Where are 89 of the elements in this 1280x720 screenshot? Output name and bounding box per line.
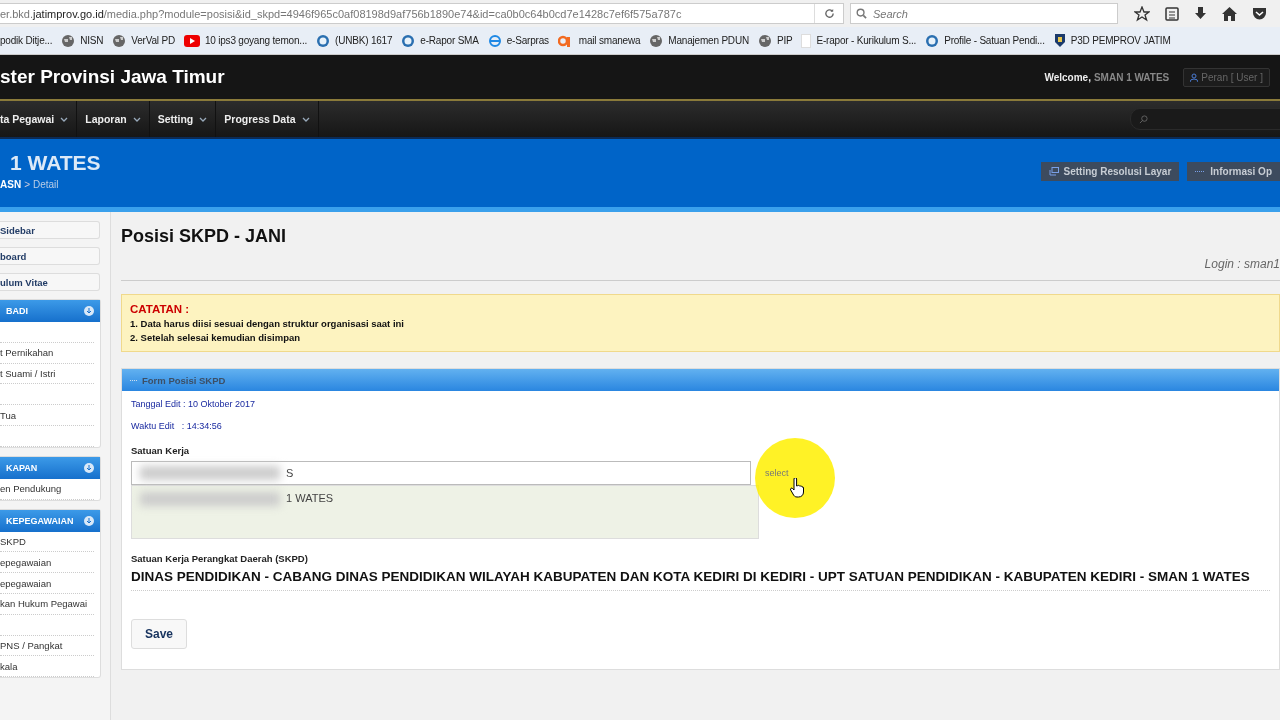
bookmark[interactable]: (UNBK) 1617 — [316, 33, 393, 48]
sidebar-link[interactable]: ulum Vitae — [0, 273, 100, 291]
reload-icon[interactable] — [823, 8, 835, 19]
section-header[interactable]: KAPAN — [0, 456, 100, 479]
address-bar[interactable]: er.bkd.jatimprov.go.id/media.php?module=posisi&id_skpd=4946f965c0af08198d9af756b1890e74&id=ca0b0c64b0cd7e1428c7ef6f575a787c — [0, 3, 844, 24]
bookmark[interactable]: P3D PEMPROV JATIM — [1053, 33, 1171, 48]
hand-cursor-icon — [790, 478, 804, 498]
edit-time: Waktu Edit : 14:34:56 — [131, 421, 223, 431]
e-icon — [487, 33, 502, 48]
sidebar-item[interactable]: t Pernikahan — [0, 347, 54, 359]
bookmark[interactable]: NISN — [61, 33, 104, 48]
sidebar-link[interactable]: board — [0, 247, 100, 265]
edit-date: Tanggal Edit : 10 Oktober 2017 — [131, 399, 257, 409]
sidebar-item[interactable]: kala — [0, 660, 18, 672]
play-icon — [183, 34, 200, 47]
bookmark[interactable]: E-rapor - Kurikulum S... — [801, 33, 917, 48]
field-label: Satuan Kerja — [131, 445, 191, 456]
search-field[interactable] — [1130, 108, 1280, 130]
user-icon — [1190, 72, 1199, 82]
caret-icon — [301, 116, 310, 122]
welcome-label: Welcome, — [1044, 71, 1091, 83]
school-title: 1 WATES — [9, 151, 101, 175]
sidebar-item[interactable]: t Suami / Istri — [0, 368, 56, 379]
globe-icon — [757, 33, 772, 48]
caret-icon — [60, 116, 69, 122]
login-label: Login : sman1 — [1203, 257, 1280, 271]
bookmark[interactable]: PIP — [757, 33, 793, 48]
site-title: ster Provinsi Jawa Timur — [0, 66, 226, 88]
breadcrumb-separator: > — [24, 179, 30, 190]
windows-icon — [1048, 167, 1059, 176]
page-icon — [801, 33, 812, 48]
search-icon — [1139, 114, 1148, 124]
bookmark[interactable]: mail smanewa — [557, 34, 641, 47]
expand-icon — [84, 515, 94, 526]
breadcrumb-current: Detail — [32, 179, 59, 190]
bookmark[interactable]: Profile - Satuan Pendi... — [925, 33, 1045, 48]
nav-menu-item[interactable]: Laporan — [77, 101, 150, 137]
section-header[interactable]: BADI — [0, 300, 100, 322]
globe-icon — [649, 33, 664, 48]
skpd-value: DINAS PENDIDIKAN - CABANG DINAS PENDIDIKAN WILAYAH KABUPATEN DAN KOTA KEDIRI DI KEDIRI - UPT SATUAN PENDIDIKAN - KABUPATEN KEDIRI - SMAN 1 WATES — [131, 569, 1270, 591]
nav-menu-item[interactable]: Progress Data — [216, 101, 319, 137]
nav-menu-item[interactable]: Setting — [149, 101, 217, 137]
sidebar-item[interactable]: en Pendukung — [0, 483, 62, 495]
bookmark[interactable]: Manajemen PDUN — [649, 33, 749, 48]
page-title: Posisi SKPD - JANI — [121, 226, 288, 247]
bookmark[interactable]: podik Ditje... — [0, 35, 53, 46]
globe-icon — [61, 33, 76, 48]
suggestion-item[interactable]: 1 WATES — [131, 485, 759, 539]
field-label: Satuan Kerja Perangkat Daerah (SKPD) — [131, 553, 309, 564]
pocket-icon[interactable] — [1252, 6, 1267, 21]
sidebar-link[interactable]: Sidebar — [0, 221, 100, 239]
dots-icon — [1195, 170, 1206, 173]
caret-icon — [199, 116, 208, 122]
expand-icon — [84, 306, 94, 316]
input-field[interactable]: S — [131, 461, 751, 485]
note-text: 1. Data harus diisi sesuai dengan struktur organisasi saat ini — [130, 318, 405, 329]
dots-icon — [130, 378, 138, 382]
sidebar-item[interactable]: kan Hukum Pegawai — [0, 598, 88, 610]
bookmark[interactable]: 10 ips3 goyang temon... — [183, 34, 308, 47]
home-icon[interactable] — [1222, 6, 1237, 21]
download-icon[interactable] — [1194, 6, 1207, 21]
form-title: Form Posisi SKPD — [142, 374, 226, 386]
list-icon[interactable] — [1165, 6, 1179, 21]
seal-icon — [925, 33, 940, 48]
user-name: SMAN 1 WATES — [1093, 71, 1170, 83]
section-header[interactable]: KEPEGAWAIAN — [0, 509, 100, 532]
sidebar-item[interactable]: SKPD — [0, 535, 26, 547]
save-button[interactable]: Save — [131, 619, 188, 649]
seal-icon — [401, 33, 416, 48]
select-button[interactable]: select — [759, 467, 795, 479]
nav-menu-item[interactable]: ta Pegawai — [0, 101, 78, 137]
note-title: CATATAN : — [130, 303, 191, 315]
crest-icon — [1053, 33, 1066, 48]
sidebar-item[interactable]: Tua — [0, 409, 17, 421]
expand-icon — [84, 462, 94, 473]
seal-icon — [316, 33, 331, 48]
bookmark[interactable]: e-Sarpras — [487, 33, 549, 48]
sidebar-item[interactable]: epegawaian — [0, 577, 52, 589]
globe-icon — [112, 33, 127, 48]
caret-icon — [132, 116, 141, 122]
sidebar-item[interactable]: epegawaian — [0, 556, 52, 568]
header-button[interactable]: Setting Resolusi Layar — [1040, 162, 1180, 181]
header-button[interactable]: Informasi Op — [1187, 162, 1280, 181]
note-text: 2. Setelah selesai kemudian disimpan — [130, 332, 302, 343]
sidebar-item[interactable]: PNS / Pangkat — [0, 639, 63, 651]
star-icon[interactable] — [1134, 5, 1150, 22]
breadcrumb-link[interactable]: ASN — [0, 179, 22, 190]
bookmark[interactable]: VerVal PD — [112, 33, 175, 48]
bookmark[interactable]: e-Rapor SMA — [401, 33, 479, 48]
